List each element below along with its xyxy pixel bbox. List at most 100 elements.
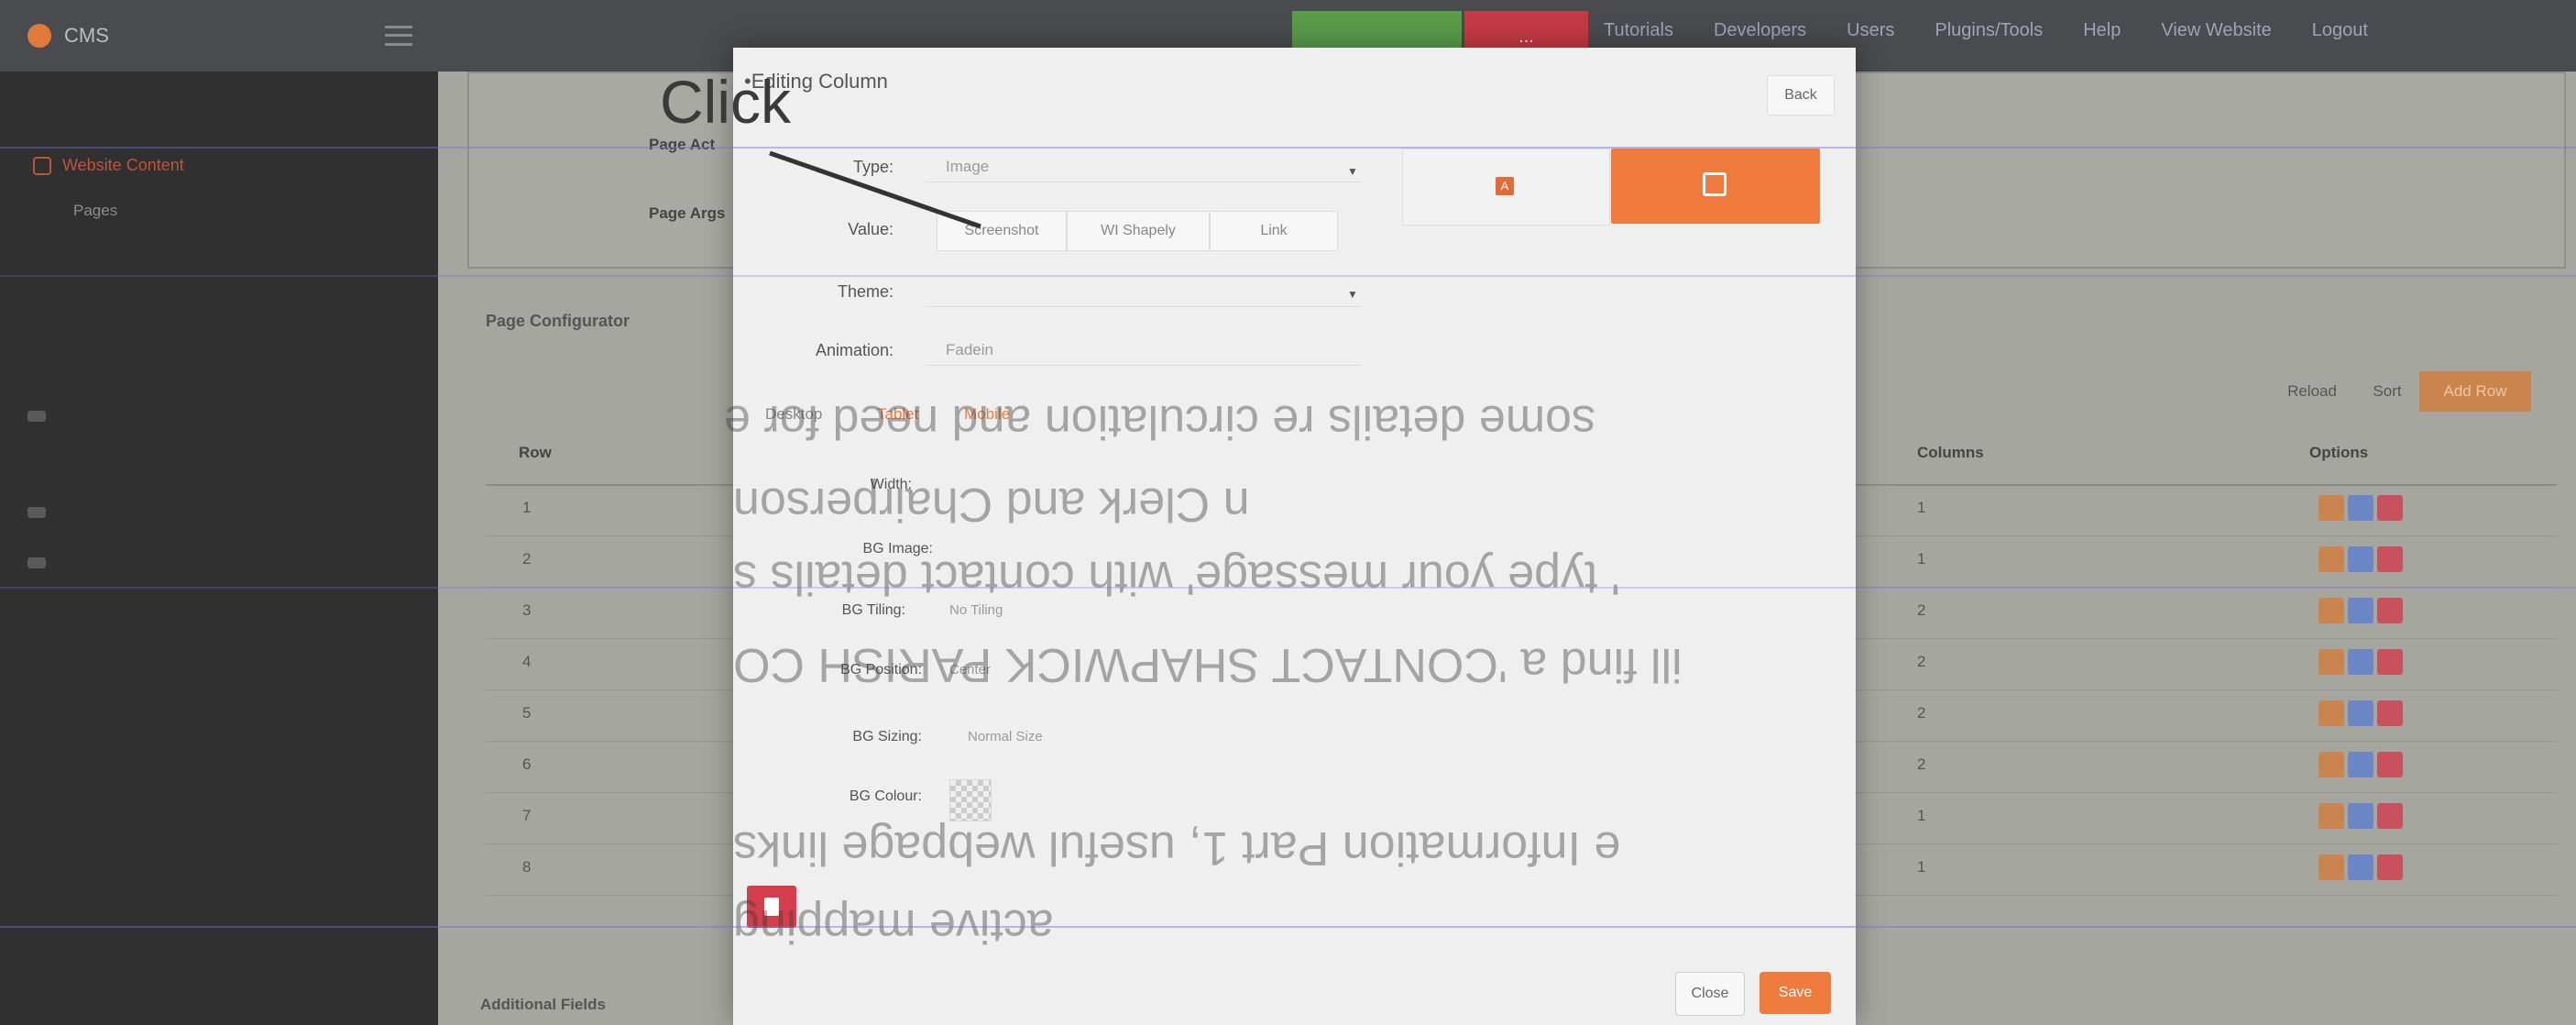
reload-button[interactable]: Reload [2284, 371, 2340, 412]
device-tab-tablet[interactable]: Tablet [877, 405, 918, 424]
chevron-down-icon: ▼ [1347, 165, 1358, 178]
device-tab-desktop[interactable]: Desktop [765, 405, 822, 424]
app-logo[interactable]: CMS [27, 20, 109, 51]
move-icon[interactable] [2348, 495, 2373, 521]
bg-sizing-select[interactable]: Normal Size [968, 729, 1043, 744]
image-type-icon [1703, 172, 1726, 196]
device-tab-mobile[interactable]: Mobile [964, 405, 1010, 424]
topnav-view-website[interactable]: View Website [2161, 20, 2271, 41]
edit-icon[interactable] [2318, 495, 2344, 521]
text-type-option[interactable]: A [1402, 149, 1610, 226]
row-columns: 1 [1917, 499, 1926, 516]
edit-icon[interactable] [2318, 700, 2344, 726]
close-button-label: Close [1691, 986, 1729, 1001]
value-segment-wi-shapely[interactable]: WI Shapely [1067, 211, 1210, 251]
row-options [2318, 649, 2403, 675]
bg-position-select[interactable]: Center [949, 662, 991, 678]
add-row-button-label: Add Row [2443, 382, 2507, 400]
row-columns: 2 [1917, 755, 1926, 773]
row-number: 5 [522, 704, 532, 722]
bg-image-label: BG Image: [862, 541, 933, 557]
theme-label: Theme: [837, 282, 893, 301]
page-args-label: Page Args [649, 204, 726, 222]
delete-icon[interactable] [2377, 598, 2403, 623]
row-number: 6 [522, 755, 532, 773]
move-icon[interactable] [2348, 803, 2373, 829]
bg-sizing-label: BG Sizing: [852, 729, 922, 744]
value-segment-link[interactable]: Link [1210, 211, 1338, 251]
segment-label: Link [1260, 223, 1288, 238]
animation-select[interactable]: Fadein [946, 341, 993, 359]
row-options [2318, 598, 2403, 623]
save-button-label: Save [1778, 985, 1813, 1000]
bg-tiling-label: BG Tiling: [841, 602, 905, 618]
sort-button-label: Sort [2373, 382, 2402, 400]
delete-column-button[interactable] [747, 886, 796, 928]
edit-icon[interactable] [2318, 546, 2344, 572]
topnav-help[interactable]: Help [2083, 20, 2121, 41]
content-icon [33, 156, 51, 175]
move-icon[interactable] [2348, 546, 2373, 572]
edit-icon[interactable] [2318, 752, 2344, 777]
move-icon[interactable] [2348, 752, 2373, 777]
row-columns: 2 [1917, 653, 1926, 670]
sidebar-collapsed-icon[interactable] [27, 507, 46, 518]
delete-icon[interactable] [2377, 854, 2403, 880]
move-icon[interactable] [2348, 649, 2373, 675]
row-number: 3 [522, 601, 532, 619]
row-options [2318, 495, 2403, 521]
add-row-button[interactable]: Add Row [2419, 371, 2531, 412]
back-button[interactable]: Back [1767, 75, 1835, 116]
delete-icon[interactable] [2377, 649, 2403, 675]
bg-tiling-select[interactable]: No Tiling [949, 602, 1003, 618]
sort-button[interactable]: Sort [2364, 371, 2410, 412]
reload-button-label: Reload [2287, 382, 2337, 400]
image-type-option[interactable] [1611, 149, 1820, 224]
bg-colour-label: BG Colour: [849, 788, 922, 804]
width-label: Width: [870, 477, 912, 492]
sidebar-item-website-content[interactable]: Website Content [33, 156, 184, 175]
top-links: Tutorials Developers Users Plugins/Tools… [1604, 20, 2368, 41]
hamburger-menu-icon[interactable] [385, 26, 412, 46]
scan-line [0, 587, 2576, 589]
scan-line [0, 926, 2576, 928]
sidebar-subitem-pages[interactable]: Pages [73, 202, 117, 220]
topnav-plugins-tools[interactable]: Plugins/Tools [1935, 20, 2043, 41]
sidebar-collapsed-icon[interactable] [27, 411, 46, 422]
text-type-icon: A [1496, 177, 1514, 195]
move-icon[interactable] [2348, 700, 2373, 726]
move-icon[interactable] [2348, 598, 2373, 623]
edit-icon[interactable] [2318, 854, 2344, 880]
topnav-developers[interactable]: Developers [1714, 20, 1806, 41]
page-configurator-title: Page Configurator [486, 312, 630, 330]
sidebar-collapsed-icon[interactable] [27, 557, 46, 568]
bg-colour-swatch[interactable] [949, 779, 992, 821]
delete-icon[interactable] [2377, 546, 2403, 572]
row-options [2318, 752, 2403, 777]
header-columns: Columns [1917, 444, 1984, 461]
topnav-users[interactable]: Users [1847, 20, 1894, 41]
edit-icon[interactable] [2318, 803, 2344, 829]
trash-icon [764, 898, 779, 916]
row-columns: 2 [1917, 601, 1926, 619]
delete-icon[interactable] [2377, 700, 2403, 726]
row-columns: 1 [1917, 858, 1926, 876]
edit-icon[interactable] [2318, 598, 2344, 623]
topnav-logout[interactable]: Logout [2312, 20, 2368, 41]
sidebar: Website Content Pages [0, 72, 438, 1025]
close-button[interactable]: Close [1675, 972, 1745, 1016]
segment-label: WI Shapely [1101, 223, 1176, 238]
row-number: 8 [522, 858, 532, 876]
delete-icon[interactable] [2377, 495, 2403, 521]
row-number: 2 [522, 550, 532, 568]
sidebar-item-label: Website Content [62, 156, 184, 174]
move-icon[interactable] [2348, 854, 2373, 880]
delete-icon[interactable] [2377, 752, 2403, 777]
topnav-tutorials[interactable]: Tutorials [1604, 20, 1673, 41]
animation-label: Animation: [815, 341, 893, 359]
chevron-down-icon: ▼ [1347, 288, 1358, 301]
edit-icon[interactable] [2318, 649, 2344, 675]
delete-icon[interactable] [2377, 803, 2403, 829]
save-button[interactable]: Save [1759, 972, 1831, 1014]
top-red-button-label: ... [1518, 26, 1534, 47]
